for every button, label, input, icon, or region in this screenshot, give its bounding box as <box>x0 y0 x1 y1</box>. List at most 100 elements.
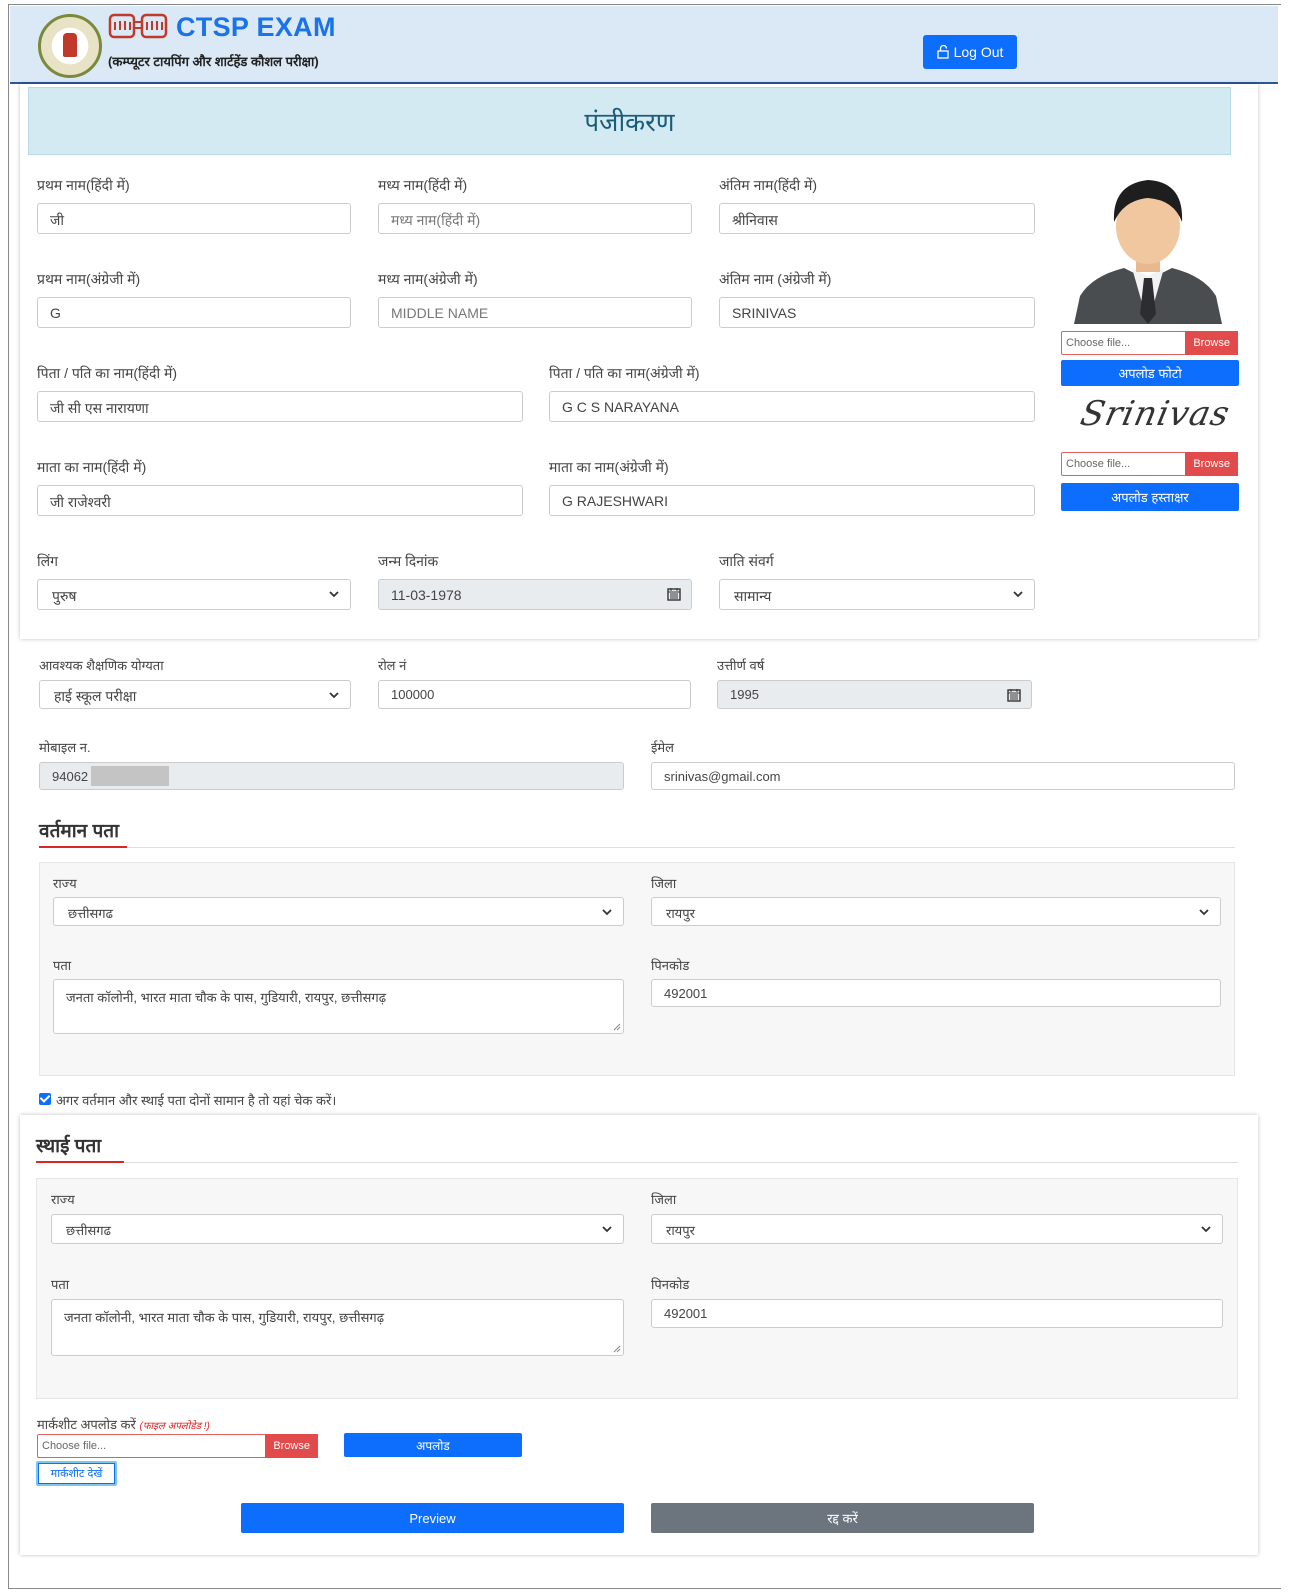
brand-subtitle: (कम्प्यूटर टायपिंग और शार्टहेंड कौशल परी… <box>108 54 319 69</box>
first-name-en-input[interactable]: G <box>37 297 351 328</box>
permanent-address-label: पता <box>51 1277 70 1292</box>
last-name-hi-label: अंतिम नाम(हिंदी में) <box>719 177 818 193</box>
signature-image: Srinivas <box>1077 394 1234 434</box>
caste-label: जाति संवर्ग <box>719 553 774 569</box>
typing-hands-icon <box>108 13 168 39</box>
last-name-en-input[interactable]: SRINIVAS <box>719 297 1035 328</box>
marksheet-label: मार्कशीट अपलोड करें (फाइल अपलोडेड !) <box>37 1415 210 1433</box>
mobile-label: मोबाइल न. <box>39 740 91 755</box>
first-name-en-label: प्रथम नाम(अंग्रेजी में) <box>37 271 141 287</box>
permanent-district-label: जिला <box>651 1192 677 1207</box>
marksheet-browse-button[interactable]: Browse <box>265 1434 318 1458</box>
mobile-redaction <box>91 766 169 786</box>
photo-file-input[interactable]: Choose file... Browse <box>1061 331 1238 355</box>
mother-name-en-input[interactable]: G RAJESHWARI <box>549 485 1035 516</box>
father-name-hi-input[interactable]: जी सी एस नारायणा <box>37 391 523 422</box>
chevron-down-icon <box>329 591 339 598</box>
current-state-label: राज्य <box>53 876 77 891</box>
photo-file-placeholder: Choose file... <box>1066 337 1131 349</box>
mobile-value: 94062 <box>52 769 89 784</box>
roll-label: रोल नं <box>378 658 407 673</box>
father-name-hi-label: पिता / पति का नाम(हिंदी में) <box>37 365 178 381</box>
gender-value: पुरुष <box>52 588 77 604</box>
email-input[interactable]: srinivas@gmail.com <box>651 762 1235 790</box>
current-district-label: जिला <box>651 876 677 891</box>
qualification-value: हाई स्कूल परीक्षा <box>54 688 137 704</box>
middle-name-hi-label: मध्य नाम(हिंदी में) <box>378 177 468 193</box>
marksheet-file-placeholder: Choose file... <box>42 1440 107 1452</box>
current-state-select[interactable]: छत्तीसगढ <box>53 897 624 926</box>
middle-name-hi-input[interactable]: मध्य नाम(हिंदी में) <box>378 203 692 234</box>
current-state-value: छत्तीसगढ <box>68 906 113 921</box>
calendar-icon[interactable] <box>1007 688 1021 702</box>
state-emblem-logo <box>38 14 102 78</box>
logout-button[interactable]: Log Out <box>923 35 1017 69</box>
logout-label: Log Out <box>953 44 1004 60</box>
caste-select[interactable]: सामान्य <box>719 579 1035 610</box>
caste-value: सामान्य <box>734 588 772 604</box>
calendar-icon[interactable] <box>667 587 681 601</box>
current-address-label: पता <box>53 958 72 973</box>
passing-year-label: उत्तीर्ण वर्ष <box>717 658 765 673</box>
permanent-district-value: रायपुर <box>666 1223 695 1238</box>
resize-grip-icon[interactable] <box>613 1345 621 1353</box>
permanent-pin-input[interactable]: 492001 <box>651 1299 1223 1328</box>
mother-name-en-label: माता का नाम(अंग्रेजी में) <box>549 459 669 475</box>
passing-year-input[interactable]: 1995 <box>717 680 1032 709</box>
page-title: पंजीकरण <box>28 87 1231 155</box>
current-pin-label: पिनकोड <box>651 958 690 973</box>
app-header: CTSP EXAM (कम्प्यूटर टायपिंग और शार्टहें… <box>10 6 1278 84</box>
current-pin-input[interactable]: 492001 <box>651 979 1221 1007</box>
permanent-pin-label: पिनकोड <box>651 1277 690 1292</box>
cancel-button[interactable]: रद्द करें <box>651 1503 1034 1533</box>
signature-file-input[interactable]: Choose file... Browse <box>1061 452 1238 476</box>
upload-signature-button[interactable]: अपलोड हस्ताक्षर <box>1061 483 1239 511</box>
chevron-down-icon <box>1199 909 1209 916</box>
current-address-panel <box>39 862 1235 1076</box>
current-address-textarea[interactable]: जनता कॉलोनी, भारत माता चौक के पास, गुडिय… <box>53 979 624 1034</box>
upload-photo-button[interactable]: अपलोड फोटो <box>1061 360 1239 386</box>
same-address-checkbox[interactable] <box>39 1093 51 1105</box>
current-address-divider <box>39 847 1235 848</box>
permanent-address-value: जनता कॉलोनी, भारत माता चौक के पास, गुडिय… <box>64 1310 385 1325</box>
preview-button[interactable]: Preview <box>241 1503 624 1533</box>
qualification-label: आवश्यक शैक्षणिक योग्यता <box>39 658 164 673</box>
permanent-address-divider <box>36 1162 1238 1163</box>
middle-name-en-label: मध्य नाम(अंग्रेजी में) <box>378 271 478 287</box>
photo-browse-button[interactable]: Browse <box>1185 331 1238 355</box>
mother-name-hi-label: माता का नाम(हिंदी में) <box>37 459 147 475</box>
marksheet-upload-button[interactable]: अपलोड <box>344 1433 522 1457</box>
brand-title: CTSP EXAM <box>176 12 336 42</box>
marksheet-file-input[interactable]: Choose file... Browse <box>37 1434 318 1458</box>
view-marksheet-button[interactable]: मार्कशीट देखें <box>36 1461 117 1486</box>
chevron-down-icon <box>1201 1226 1211 1233</box>
permanent-district-select[interactable]: रायपुर <box>651 1214 1223 1244</box>
permanent-address-textarea[interactable]: जनता कॉलोनी, भारत माता चौक के पास, गुडिय… <box>51 1299 624 1356</box>
permanent-state-select[interactable]: छत्तीसगढ <box>51 1214 624 1244</box>
dob-input[interactable]: 11-03-1978 <box>378 579 692 610</box>
current-address-title: वर्तमान पता <box>39 821 120 842</box>
roll-input[interactable]: 100000 <box>378 680 691 709</box>
permanent-address-panel <box>36 1178 1238 1399</box>
chevron-down-icon <box>602 909 612 916</box>
marksheet-label-text: मार्कशीट अपलोड करें <box>37 1417 136 1432</box>
chevron-down-icon <box>602 1226 612 1233</box>
current-district-select[interactable]: रायपुर <box>651 897 1221 926</box>
last-name-hi-input[interactable]: श्रीनिवास <box>719 203 1035 234</box>
signature-browse-button[interactable]: Browse <box>1185 452 1238 476</box>
middle-name-en-input[interactable]: MIDDLE NAME <box>378 297 692 328</box>
gender-select[interactable]: पुरुष <box>37 579 351 610</box>
father-name-en-input[interactable]: G C S NARAYANA <box>549 391 1035 422</box>
dob-value: 11-03-1978 <box>391 587 462 603</box>
first-name-hi-input[interactable]: जी <box>37 203 351 234</box>
permanent-state-label: राज्य <box>51 1192 75 1207</box>
signature-file-placeholder: Choose file... <box>1066 458 1131 470</box>
resize-grip-icon[interactable] <box>613 1023 621 1031</box>
permanent-address-title: स्थाई पता <box>36 1136 102 1157</box>
qualification-select[interactable]: हाई स्कूल परीक्षा <box>39 680 351 709</box>
current-address-underline <box>39 846 127 848</box>
dob-label: जन्म दिनांक <box>378 553 439 569</box>
first-name-hi-label: प्रथम नाम(हिंदी में) <box>37 177 130 193</box>
chevron-down-icon <box>1013 591 1023 598</box>
mother-name-hi-input[interactable]: जी राजेश्वरी <box>37 485 523 516</box>
